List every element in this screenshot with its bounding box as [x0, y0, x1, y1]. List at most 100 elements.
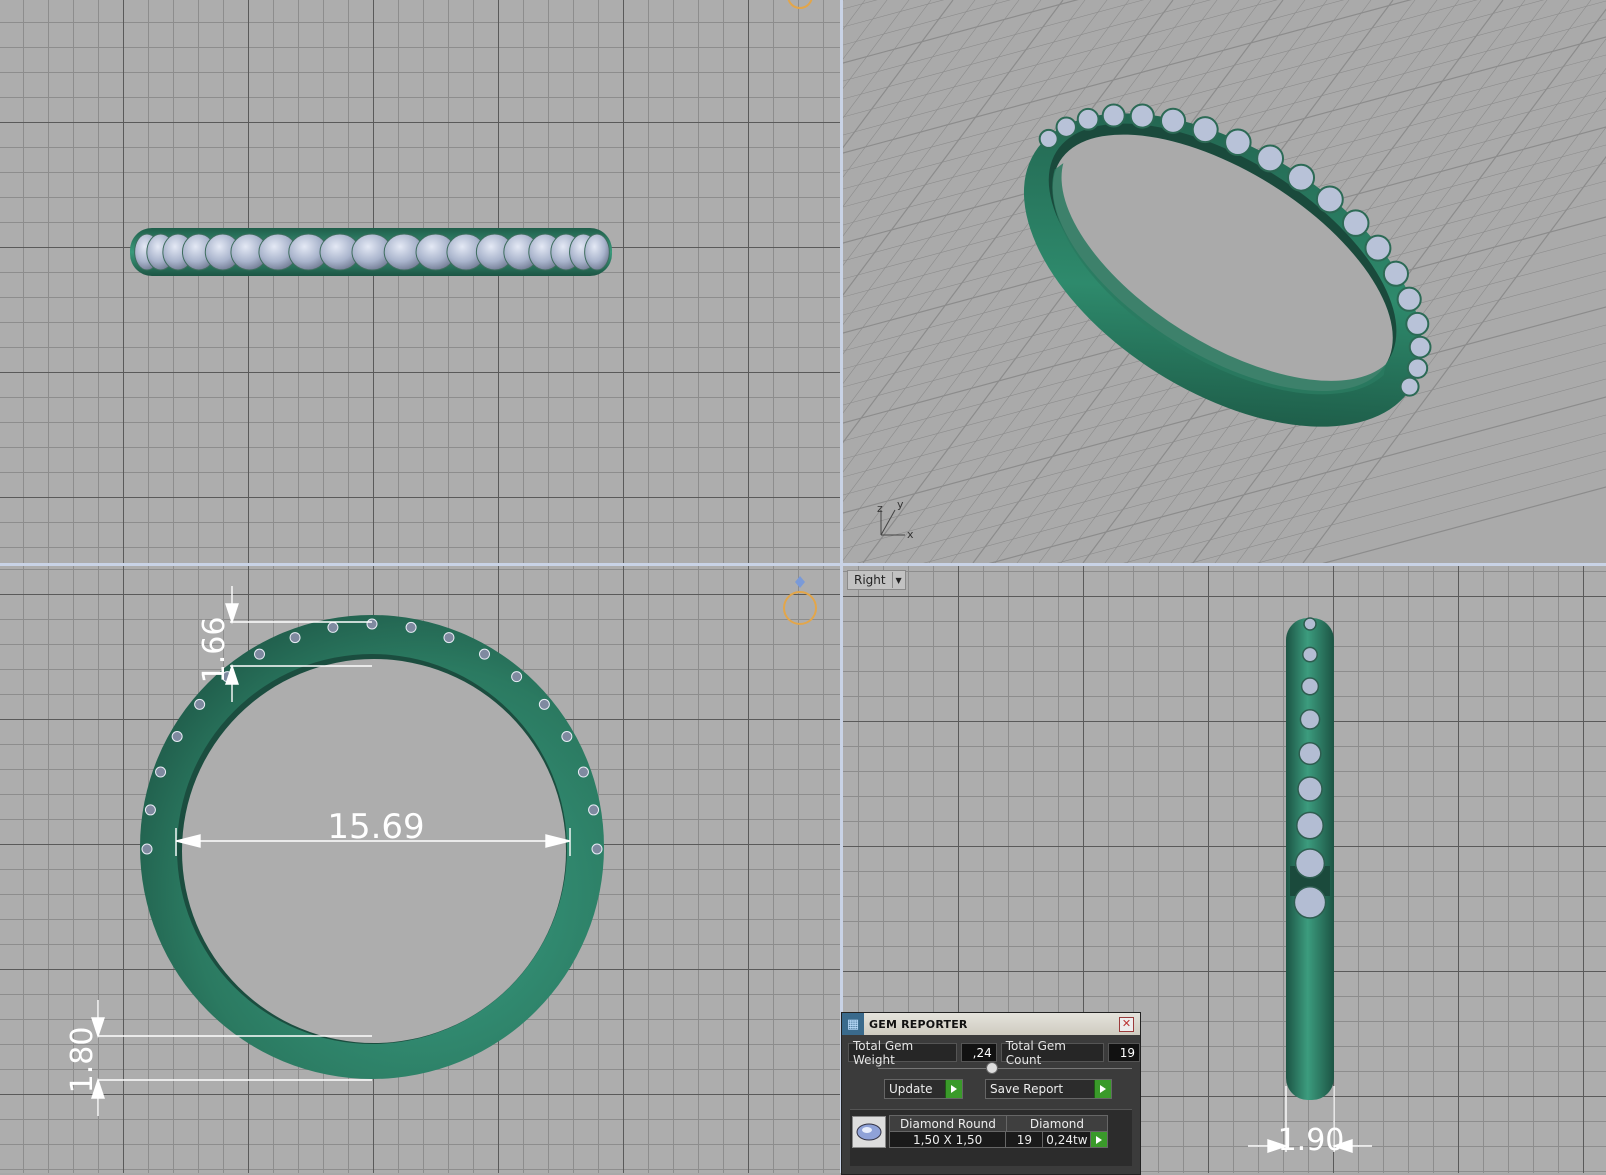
grid-line: [1056, 414, 1606, 563]
gem-right: [1293, 886, 1327, 919]
grid-line: [843, 0, 1211, 100]
viewport-perspective[interactable]: x y z: [843, 0, 1606, 563]
gem-row-top: [134, 233, 610, 271]
gem-perspective: [1129, 103, 1155, 129]
gem-list-row[interactable]: Diamond Round Diamond 1,50 X 1,50 19 0,2…: [850, 1109, 1132, 1166]
gem-material-cell: Diamond: [1005, 1115, 1108, 1132]
gem-marker-icon: [795, 576, 805, 588]
play-icon[interactable]: [1094, 1080, 1111, 1098]
dimension-width-label: 15.69: [327, 807, 424, 847]
gem-perspective: [1408, 335, 1432, 359]
gem-right: [1296, 811, 1324, 840]
view-selector[interactable]: Right ▼: [847, 570, 906, 590]
gem-front: [479, 648, 490, 660]
gem-front: [588, 804, 600, 816]
gem-perspective: [1405, 311, 1430, 336]
gem-perspective: [1287, 163, 1316, 192]
grid-line: [843, 0, 1042, 266]
total-gem-count-value: 19: [1107, 1043, 1140, 1062]
axis-z-label: z: [877, 502, 883, 515]
update-button-label: Update: [889, 1082, 933, 1096]
gem-perspective: [1396, 286, 1422, 312]
ring-marker-icon: [787, 0, 813, 9]
top-view-canvas: [130, 0, 813, 276]
gem-front: [171, 731, 183, 742]
gem-right: [1300, 677, 1320, 696]
grid-line: [1322, 486, 1606, 563]
gem-front: [561, 731, 573, 742]
axis-x-label: x: [907, 528, 914, 541]
gem-front: [405, 621, 417, 633]
save-report-button-label: Save Report: [990, 1082, 1064, 1096]
gem-front: [591, 843, 603, 855]
dimension-bottom-label: 1.80: [65, 1027, 100, 1094]
grid-line: [1256, 468, 1606, 563]
close-icon[interactable]: ✕: [1119, 1017, 1134, 1032]
ring-opening: [182, 659, 566, 1043]
grid-line: [843, 0, 945, 28]
play-icon[interactable]: [945, 1080, 962, 1098]
gem-front: [511, 671, 523, 683]
gem-front: [577, 766, 589, 778]
front-view-canvas: 15.69 1.66 1.80: [65, 576, 817, 1116]
gem-perspective: [1406, 357, 1429, 379]
gem-front: [155, 766, 167, 778]
total-gem-count-label: Total Gem Count: [1000, 1039, 1104, 1067]
perspective-view-canvas: x y z: [843, 0, 1606, 563]
gem-perspective: [1315, 185, 1344, 214]
grid-line: [843, 0, 976, 178]
gem-right: [1302, 646, 1318, 663]
gem-perspective: [1159, 107, 1187, 134]
gem-right: [1294, 848, 1326, 879]
gem-reporter-titlebar[interactable]: ▦ GEM REPORTER ✕: [842, 1013, 1140, 1035]
save-report-button[interactable]: Save Report: [985, 1079, 1112, 1099]
gem-front: [141, 843, 153, 855]
dimension-thickness-label: 1.90: [1278, 1123, 1345, 1158]
gem-front: [289, 632, 301, 644]
gem-front: [144, 804, 156, 816]
grid-line: [843, 0, 888, 60]
chevron-down-icon[interactable]: ▼: [891, 572, 905, 588]
gem-perspective: [1076, 107, 1100, 131]
gem-perspective: [1256, 144, 1285, 173]
update-button[interactable]: Update: [884, 1079, 963, 1099]
gem-perspective: [1055, 116, 1077, 138]
diamond-thumbnail-icon: [852, 1116, 886, 1148]
viewport-front[interactable]: 15.69 1.66 1.80: [0, 566, 840, 1173]
gem-right: [1297, 776, 1323, 802]
gem-front: [366, 618, 378, 630]
gem-detail-button[interactable]: [1090, 1131, 1109, 1148]
gem-right: [1299, 709, 1321, 730]
gem-perspective: [1364, 234, 1392, 262]
gem-perspective: [1341, 209, 1370, 237]
gem-table: Diamond Round Diamond 1,50 X 1,50 19 0,2…: [889, 1115, 1109, 1148]
panel-separator: [878, 1062, 1132, 1074]
gem-top: [584, 233, 610, 271]
ring-marker-icon[interactable]: [783, 591, 817, 625]
gem-perspective: [1399, 376, 1420, 397]
dimension-top-label: 1.66: [197, 617, 232, 684]
grid-line: [843, 0, 932, 119]
viewport-divider-vertical[interactable]: [840, 0, 843, 1173]
viewport-divider-horizontal[interactable]: [0, 563, 1606, 566]
grid-line: [1123, 432, 1606, 563]
grid-line: [843, 0, 1011, 46]
viewport-top[interactable]: [0, 0, 840, 563]
gem-reporter-icon: ▦: [842, 1013, 864, 1035]
view-selector-label: Right: [854, 573, 886, 587]
gem-perspective: [1191, 116, 1219, 144]
gem-perspective: [1038, 128, 1059, 149]
total-gem-weight-value: ,24: [960, 1043, 997, 1062]
gem-count-cell: 19: [1005, 1131, 1044, 1148]
gem-front: [443, 632, 455, 644]
collapse-icon[interactable]: [986, 1062, 998, 1074]
gem-name-cell: Diamond Round: [889, 1115, 1007, 1132]
gem-right: [1303, 617, 1317, 631]
gem-perspective: [1382, 260, 1409, 287]
grid-line: [843, 0, 998, 207]
gem-perspective: [1101, 103, 1126, 128]
gem-weight-cell: 0,24tw: [1042, 1131, 1092, 1148]
gem-reporter-panel: ▦ GEM REPORTER ✕ Total Gem Weight ,24 To…: [841, 1012, 1141, 1175]
grid-line: [1190, 450, 1606, 563]
ring-opening-front: [182, 659, 566, 1043]
